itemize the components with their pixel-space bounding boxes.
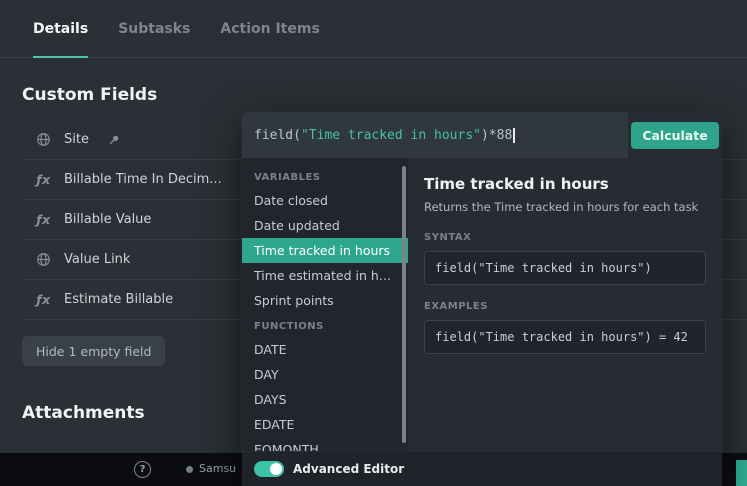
variables-header: VARIABLES xyxy=(254,172,321,183)
detail-title: Time tracked in hours xyxy=(424,175,609,193)
formula-text-prefix: field( xyxy=(254,127,301,143)
function-item-date[interactable]: DATE xyxy=(242,337,408,362)
formula-popup-content: VARIABLES Date closed Date updated Time … xyxy=(242,158,722,451)
taskbar-app-label[interactable]: Samsu xyxy=(199,462,236,475)
tab-details[interactable]: Details xyxy=(33,0,89,58)
function-item-days[interactable]: DAYS xyxy=(242,387,408,412)
variable-item-time-tracked[interactable]: Time tracked in hours xyxy=(242,238,408,263)
text-cursor xyxy=(513,127,516,143)
detail-description: Returns the Time tracked in hours for ea… xyxy=(424,200,699,214)
examples-header: EXAMPLES xyxy=(424,301,488,312)
app-dot-icon xyxy=(186,466,193,473)
custom-fields-heading: Custom Fields xyxy=(22,85,158,105)
tab-action-items[interactable]: Action Items xyxy=(220,0,319,57)
formula-text-suffix: )*88 xyxy=(480,127,513,143)
taskbar-teal-fragment xyxy=(736,460,747,486)
formula-icon: ƒx xyxy=(36,172,51,187)
variable-item-time-estimated[interactable]: Time estimated in ho... xyxy=(242,263,408,288)
variable-item-date-updated[interactable]: Date updated xyxy=(242,213,408,238)
field-label: Estimate Billable xyxy=(64,292,174,307)
formula-icon: ƒx xyxy=(36,212,51,227)
pin-icon[interactable] xyxy=(108,134,120,146)
formula-icon: ƒx xyxy=(36,292,51,307)
sidebar-scrollbar-thumb[interactable] xyxy=(402,166,406,443)
syntax-header: SYNTAX xyxy=(424,232,472,243)
formula-popup-footer: Advanced Editor xyxy=(242,451,722,486)
formula-bar: field("Time tracked in hours")*88 Calcul… xyxy=(242,112,722,158)
formula-detail-panel: Time tracked in hours Returns the Time t… xyxy=(408,158,722,451)
formula-text-string: "Time tracked in hours" xyxy=(300,127,481,143)
function-item-day[interactable]: DAY xyxy=(242,362,408,387)
example-code: field("Time tracked in hours") = 42 xyxy=(424,320,706,354)
field-label: Billable Time In Decim... xyxy=(64,172,222,187)
field-label: Billable Value xyxy=(64,212,152,227)
syntax-code: field("Time tracked in hours") xyxy=(424,251,706,285)
function-item-eomonth[interactable]: EOMONTH xyxy=(242,437,408,451)
toggle-knob xyxy=(270,463,282,475)
attachments-heading: Attachments xyxy=(22,403,145,423)
formula-actions: Calculate xyxy=(628,112,722,158)
help-icon[interactable]: ? xyxy=(134,461,151,478)
globe-icon xyxy=(35,252,52,267)
advanced-editor-label: Advanced Editor xyxy=(293,462,405,476)
calculate-button[interactable]: Calculate xyxy=(631,121,719,149)
variable-item-date-closed[interactable]: Date closed xyxy=(242,188,408,213)
task-detail-screen: Details Subtasks Action Items Custom Fie… xyxy=(0,0,747,486)
advanced-editor-toggle[interactable] xyxy=(254,461,284,477)
functions-header: FUNCTIONS xyxy=(254,321,324,332)
task-tabs: Details Subtasks Action Items xyxy=(0,0,747,58)
field-label: Value Link xyxy=(64,252,131,267)
formula-input[interactable]: field("Time tracked in hours")*88 xyxy=(242,112,628,158)
variable-item-sprint-points[interactable]: Sprint points xyxy=(242,288,408,313)
hide-empty-fields-button[interactable]: Hide 1 empty field xyxy=(22,336,166,366)
function-item-edate[interactable]: EDATE xyxy=(242,412,408,437)
globe-icon xyxy=(35,132,52,147)
field-label: Site xyxy=(64,132,89,147)
tab-subtasks[interactable]: Subtasks xyxy=(118,0,190,57)
formula-sidebar: VARIABLES Date closed Date updated Time … xyxy=(242,158,408,451)
formula-editor-popup: field("Time tracked in hours")*88 Calcul… xyxy=(242,112,722,486)
